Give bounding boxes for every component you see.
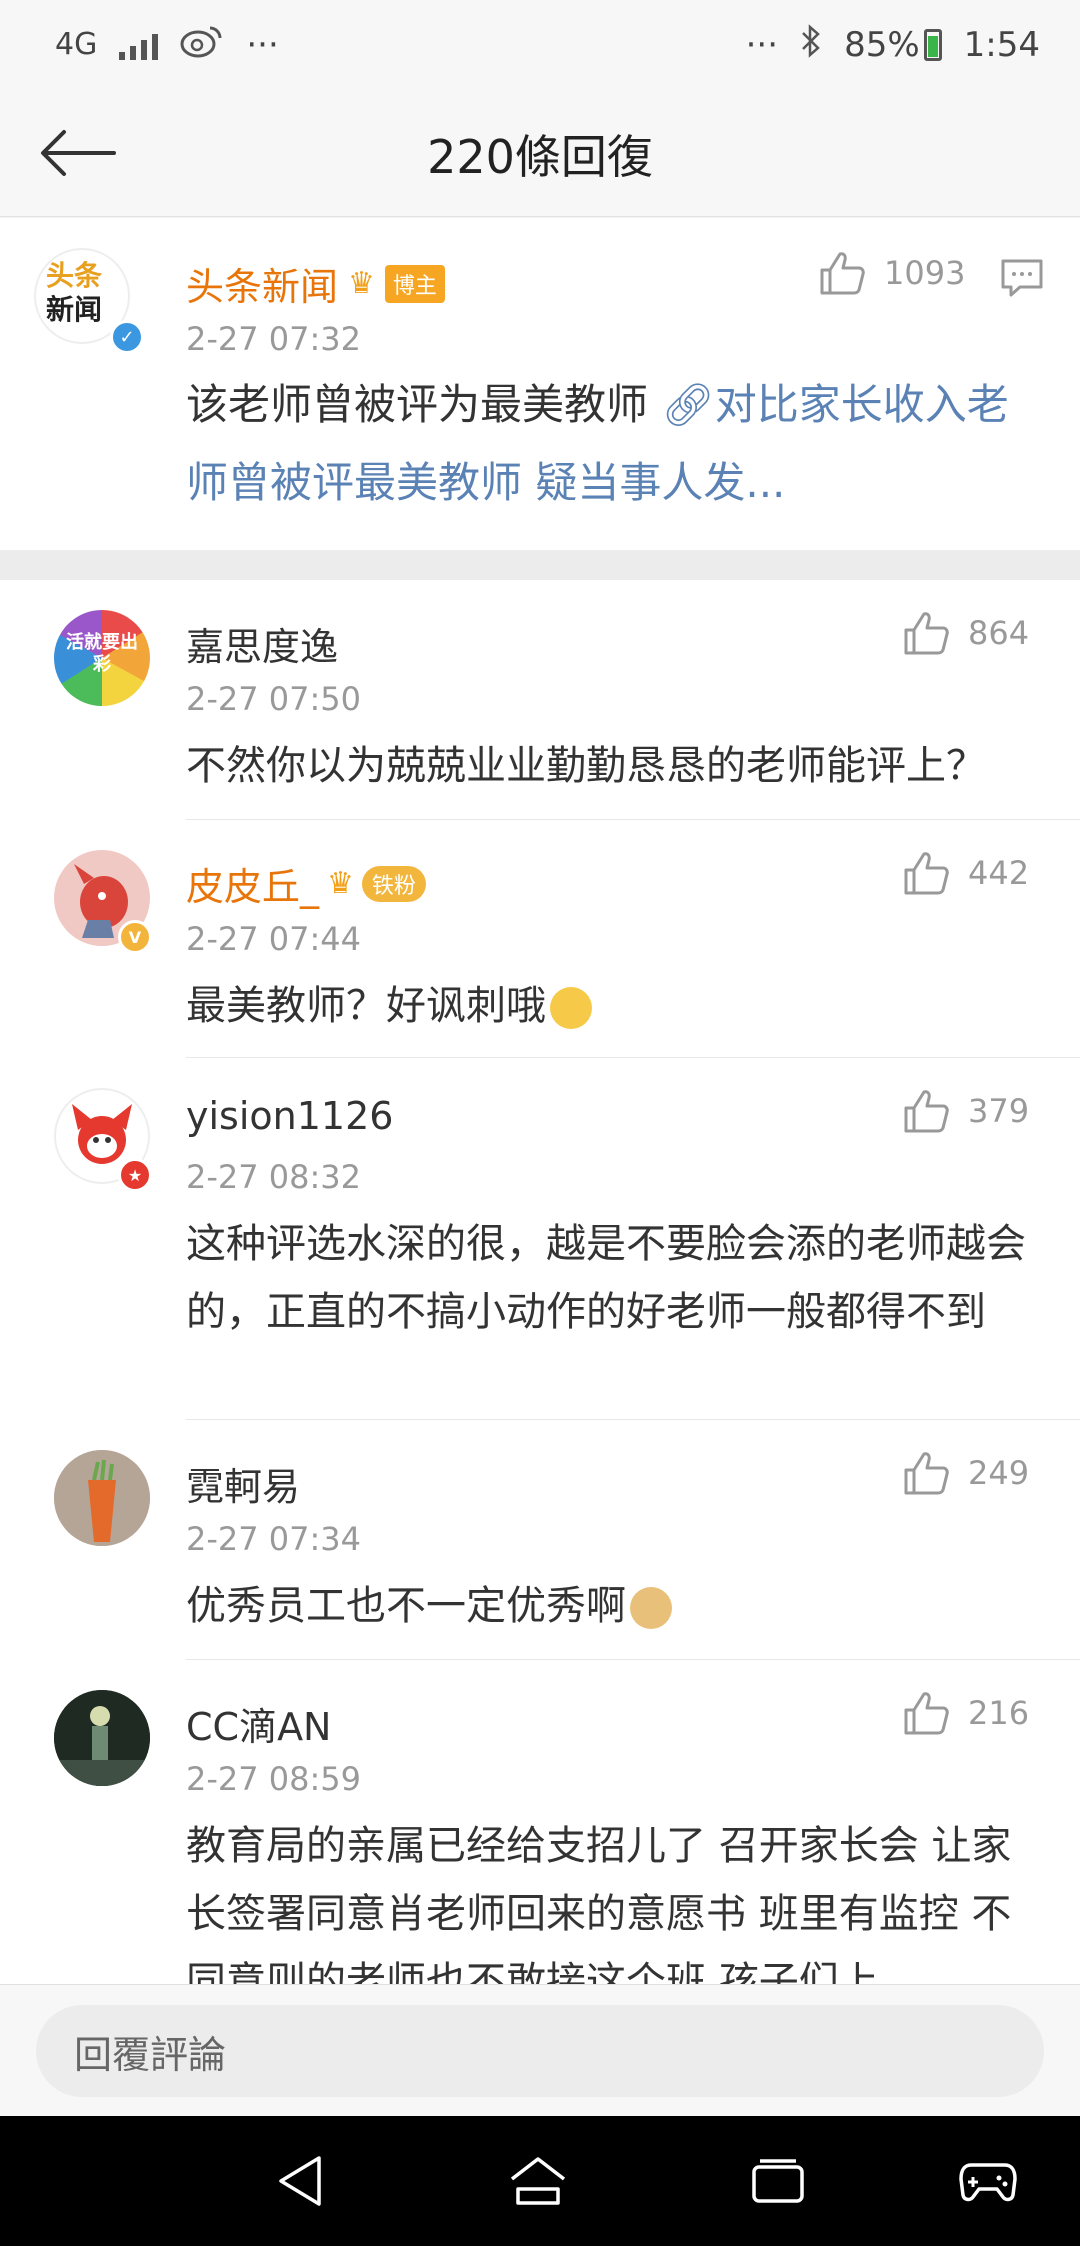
- avatar[interactable]: [54, 1450, 150, 1546]
- link-icon: 🔗︎: [661, 380, 715, 429]
- like-button[interactable]: 379: [902, 1088, 1029, 1134]
- comment-item: CC滴AN 2-27 08:59 216 教育局的亲属已经给支招儿了 召开家长会…: [0, 1660, 1080, 1984]
- reply-bar: 回覆評論: [0, 1984, 1080, 2116]
- comment-item: 活就要出彩 嘉思度逸 2-27 07:50 864 不然你以为兢兢业业勤勤恳恳的…: [0, 580, 1080, 820]
- comment-time: 2-27 08:59: [186, 1760, 362, 1798]
- system-nav-bar: [0, 2116, 1080, 2246]
- weibo-icon: [180, 24, 224, 67]
- vip-badge-icon: V: [118, 920, 152, 954]
- like-count: 442: [968, 854, 1030, 892]
- commenter-name[interactable]: CC滴AN: [186, 1696, 332, 1751]
- comment-item: V 皮皮丘_ ♛ 铁粉 2-27 07:44 442 最美教师？好讽刺哦: [0, 820, 1080, 1058]
- section-divider: [0, 550, 1080, 580]
- recent-apps-button[interactable]: [748, 2151, 808, 2211]
- commenter-name[interactable]: 霓軻易: [186, 1456, 300, 1511]
- thumb-up-icon: [904, 852, 949, 895]
- nav-bar: 220條回復: [0, 90, 1080, 217]
- crown-icon: ♛: [348, 266, 375, 301]
- like-button[interactable]: 442: [902, 850, 1029, 896]
- comment-time: 2-27 07:44: [186, 920, 362, 958]
- avatar[interactable]: [54, 1690, 150, 1786]
- doge-emoji-icon: [630, 1587, 672, 1629]
- like-count: 1093: [884, 254, 966, 292]
- status-bar: 4G ··· ··· 85% 1:54: [0, 0, 1080, 90]
- like-button[interactable]: 249: [902, 1450, 1029, 1496]
- gamepad-icon: [959, 2163, 1017, 2202]
- thumb-up-icon: [904, 1090, 949, 1133]
- recent-apps-icon: [752, 2159, 804, 2203]
- back-arrow-icon: [41, 130, 116, 176]
- fan-badge: 铁粉: [361, 865, 426, 902]
- comment-list: 活就要出彩 嘉思度逸 2-27 07:50 864 不然你以为兢兢业业勤勤恳恳的…: [0, 580, 1080, 1984]
- star-badge-icon: ★: [118, 1158, 152, 1192]
- comment-text: 不然你以为兢兢业业勤勤恳恳的老师能评上？: [186, 743, 986, 789]
- signal-icon: [119, 30, 159, 60]
- page-title: 220條回復: [427, 129, 653, 184]
- original-post: 头条 新闻 ✓ 头条新闻 ♛ 博主 2-27 07:32 1093 该老师曾被评…: [0, 218, 1080, 550]
- commenter-name[interactable]: 皮皮丘_: [186, 856, 319, 911]
- emoji-icon: [550, 987, 592, 1029]
- comment-text: 最美教师？好讽刺哦: [186, 972, 1035, 1040]
- comment-text: 教育局的亲属已经给支招儿了 召开家长会 让家长签署同意肖老师回来的意愿书 班里有…: [186, 1823, 1012, 1984]
- like-button[interactable]: 1093: [818, 250, 965, 296]
- like-button[interactable]: 864: [902, 610, 1029, 656]
- thumb-up-icon: [904, 1692, 949, 1735]
- commenter-name[interactable]: yision1126: [186, 1094, 393, 1138]
- home-icon: [510, 2157, 566, 2205]
- like-count: 864: [968, 614, 1030, 652]
- comment-icon: [1001, 259, 1043, 297]
- network-indicator: 4G: [55, 27, 98, 62]
- post-author-name[interactable]: 头条新闻: [186, 256, 338, 311]
- triangle-back-icon: [279, 2156, 321, 2206]
- crown-icon: ♛: [327, 866, 354, 901]
- battery-percent: 85%: [844, 25, 920, 65]
- like-count: 379: [968, 1092, 1030, 1130]
- home-nav-button[interactable]: [508, 2151, 568, 2211]
- reply-input[interactable]: 回覆評論: [36, 2005, 1044, 2097]
- comment-text: 优秀员工也不一定优秀啊: [186, 1572, 1035, 1640]
- thumb-up-icon: [820, 252, 865, 295]
- thumb-up-icon: [904, 612, 949, 655]
- comment-time: 2-27 07:50: [186, 680, 362, 718]
- commenter-name[interactable]: 嘉思度逸: [186, 616, 338, 671]
- clock: 1:54: [963, 25, 1040, 65]
- comment-item: 霓軻易 2-27 07:34 249 优秀员工也不一定优秀啊: [0, 1420, 1080, 1660]
- more-notifications-icon: ···: [246, 25, 279, 65]
- like-count: 249: [968, 1454, 1030, 1492]
- battery-icon: [923, 29, 942, 61]
- avatar[interactable]: 活就要出彩: [54, 610, 150, 706]
- post-text: 该老师曾被评为最美教师 🔗︎对比家长收入老师曾被评最美教师 疑当事人发...: [186, 380, 1009, 507]
- back-button[interactable]: [40, 118, 120, 188]
- comment-text: 这种评选水深的很，越是不要脸会添的老师越会的，正直的不搞小动作的好老师一般都得不…: [186, 1221, 1026, 1335]
- comment-button[interactable]: [1000, 258, 1044, 302]
- verified-badge-icon: ✓: [110, 320, 144, 354]
- more-status-icon: ···: [745, 25, 779, 65]
- thumb-up-icon: [904, 1452, 949, 1495]
- game-mode-button[interactable]: [958, 2151, 1018, 2211]
- blogger-badge: 博主: [384, 264, 445, 303]
- back-nav-button[interactable]: [270, 2151, 330, 2211]
- comment-time: 2-27 07:34: [186, 1520, 362, 1558]
- post-time: 2-27 07:32: [186, 320, 362, 358]
- comment-item: ★ yision1126 2-27 08:32 379 这种评选水深的很，越是不…: [0, 1058, 1080, 1420]
- comment-time: 2-27 08:32: [186, 1158, 362, 1196]
- bluetooth-icon: [800, 23, 822, 67]
- like-button[interactable]: 216: [902, 1690, 1029, 1736]
- like-count: 216: [968, 1694, 1030, 1732]
